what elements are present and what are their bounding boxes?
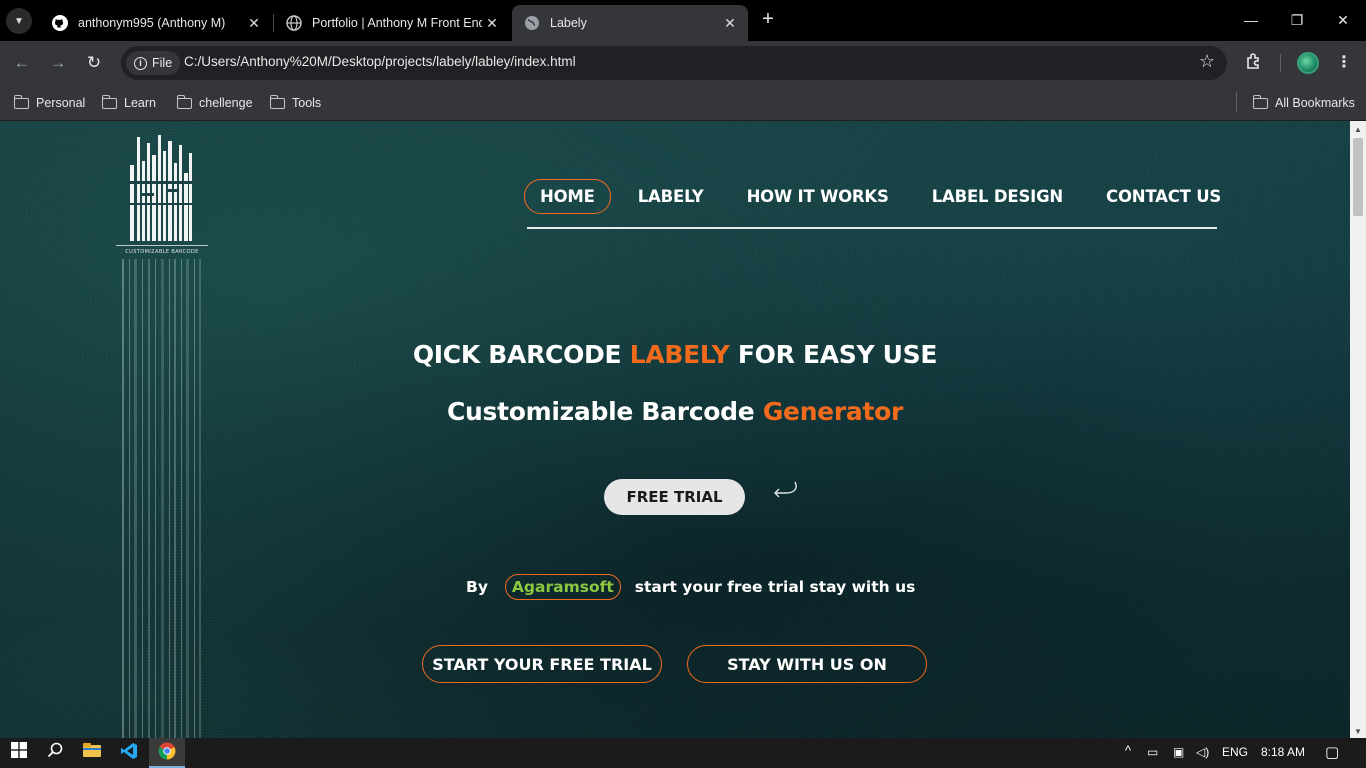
show-hidden-icons-chevron-icon[interactable]: ^: [1125, 743, 1131, 758]
logo-wordmark: [128, 135, 194, 241]
battery-icon[interactable]: ▭: [1147, 745, 1158, 759]
new-tab-plus-icon[interactable]: +: [756, 8, 780, 32]
info-icon: i: [134, 56, 147, 70]
back-arrow-icon[interactable]: ←: [10, 51, 34, 75]
chrome-icon[interactable]: [156, 742, 178, 764]
bookmark-star-icon[interactable]: ☆: [1199, 51, 1215, 72]
stay-with-us-button[interactable]: STAY WITH US ON: [687, 645, 927, 683]
forward-arrow-icon[interactable]: →: [46, 51, 70, 75]
search-icon[interactable]: [44, 742, 66, 764]
profile-avatar[interactable]: [1297, 52, 1319, 74]
hero-subtitle: Customizable Barcode Generator: [446, 397, 903, 426]
tab-portfolio[interactable]: Portfolio | Anthony M Front End ✕: [274, 5, 510, 41]
address-bar[interactable]: i File C:/Users/Anthony%20M/Desktop/proj…: [121, 46, 1227, 80]
start-free-trial-button[interactable]: START YOUR FREE TRIAL: [422, 645, 662, 683]
bookmark-folder-chellenge[interactable]: chellenge: [176, 93, 253, 113]
tab-search-chevron-icon[interactable]: ▼: [6, 8, 32, 34]
folder-icon: [13, 94, 29, 109]
bookmarks-bar: Personal Learn chellenge Tools All Bookm…: [0, 85, 1366, 121]
main-nav: HOME LABELY HOW IT WORKS LABEL DESIGN CO…: [524, 178, 1248, 214]
notifications-icon[interactable]: ▢: [1325, 743, 1339, 761]
globe-icon: [286, 15, 302, 31]
folder-icon: [1252, 94, 1268, 109]
free-trial-button[interactable]: FREE TRIAL: [604, 479, 745, 515]
tab-labely[interactable]: Labely ✕: [512, 5, 748, 41]
bookmark-label: chellenge: [199, 96, 253, 110]
nav-label-design[interactable]: LABEL DESIGN: [916, 179, 1079, 214]
nav-labely[interactable]: LABELY: [622, 179, 720, 214]
close-tab-icon[interactable]: ✕: [482, 15, 502, 32]
close-tab-icon[interactable]: ✕: [244, 15, 264, 32]
by-agaramsoft-row: By Agaramsoft start your free trial stay…: [466, 572, 915, 602]
agaramsoft-link[interactable]: Agaramsoft: [504, 574, 621, 600]
bookmark-label: Tools: [292, 96, 322, 110]
bookmark-label: Learn: [124, 96, 156, 110]
scroll-down-icon[interactable]: ▼: [1354, 727, 1362, 736]
decorative-barcode-lines: [120, 259, 204, 738]
bookmark-folder-learn[interactable]: Learn: [101, 93, 156, 113]
globe-icon: [524, 15, 540, 31]
bookmark-folder-tools[interactable]: Tools: [269, 93, 322, 113]
by-label: By: [466, 578, 488, 596]
bookmark-folder-personal[interactable]: Personal: [13, 93, 86, 113]
labely-logo[interactable]: CUSTOMIZABLE BARCODE: [116, 131, 208, 261]
folder-icon: [176, 94, 192, 109]
close-tab-icon[interactable]: ✕: [720, 15, 740, 32]
tab-title: anthonym995 (Anthony M): [78, 16, 226, 30]
nav-contact-us[interactable]: CONTACT US: [1090, 179, 1237, 214]
extensions-puzzle-icon[interactable]: [1243, 52, 1265, 74]
close-window-icon[interactable]: ✕: [1320, 0, 1366, 40]
url-text[interactable]: C:/Users/Anthony%20M/Desktop/projects/la…: [184, 54, 576, 69]
tab-title: Labely: [550, 16, 587, 30]
browser-toolbar: ← → ↻ i File C:/Users/Anthony%20M/Deskto…: [0, 41, 1366, 85]
chip-label: File: [152, 56, 173, 70]
windows-start-icon[interactable]: [8, 742, 30, 764]
scroll-thumb[interactable]: [1353, 138, 1363, 216]
trial-tagline: start your free trial stay with us: [634, 578, 916, 596]
clock[interactable]: 8:18 AM: [1261, 745, 1305, 759]
windows-taskbar: ^ ▭ ▣ ◁) ENG 8:18 AM ▢: [0, 738, 1366, 768]
reload-icon[interactable]: ↻: [82, 51, 106, 75]
github-icon: [52, 15, 68, 31]
volume-icon[interactable]: ◁): [1196, 745, 1209, 759]
network-icon[interactable]: ▣: [1173, 745, 1184, 759]
site-info-chip[interactable]: i File: [126, 51, 181, 75]
folder-icon: [269, 94, 285, 109]
hero-title: QICK BARCODE LABELY FOR EASY USE: [412, 340, 938, 369]
scroll-up-icon[interactable]: ▲: [1354, 125, 1362, 134]
more-menu-icon[interactable]: ⋮: [1333, 52, 1355, 74]
file-explorer-icon[interactable]: [81, 742, 103, 764]
language-indicator[interactable]: ENG: [1222, 745, 1248, 759]
page-viewport: CUSTOMIZABLE BARCODE HOME LABELY HOW IT …: [0, 121, 1350, 738]
page-scrollbar[interactable]: ▲ ▼: [1350, 121, 1366, 738]
nav-how-it-works[interactable]: HOW IT WORKS: [731, 179, 905, 214]
all-bookmarks-button[interactable]: All Bookmarks: [1252, 93, 1355, 113]
minimize-icon[interactable]: —: [1228, 0, 1274, 40]
nav-divider: [527, 227, 1217, 229]
tab-strip: ▼ anthonym995 (Anthony M) ✕ Portfolio | …: [0, 0, 1366, 41]
bookmark-label: All Bookmarks: [1275, 96, 1355, 110]
vscode-icon[interactable]: [118, 742, 140, 764]
tab-title: Portfolio | Anthony M Front End: [312, 16, 482, 30]
restore-icon[interactable]: ❐: [1274, 0, 1320, 40]
tab-github[interactable]: anthonym995 (Anthony M) ✕: [40, 5, 272, 41]
curved-arrow-icon: [774, 481, 797, 498]
bookmark-label: Personal: [36, 96, 86, 110]
nav-home[interactable]: HOME: [524, 178, 611, 214]
logo-tagline: CUSTOMIZABLE BARCODE: [125, 249, 199, 255]
folder-icon: [101, 94, 117, 109]
